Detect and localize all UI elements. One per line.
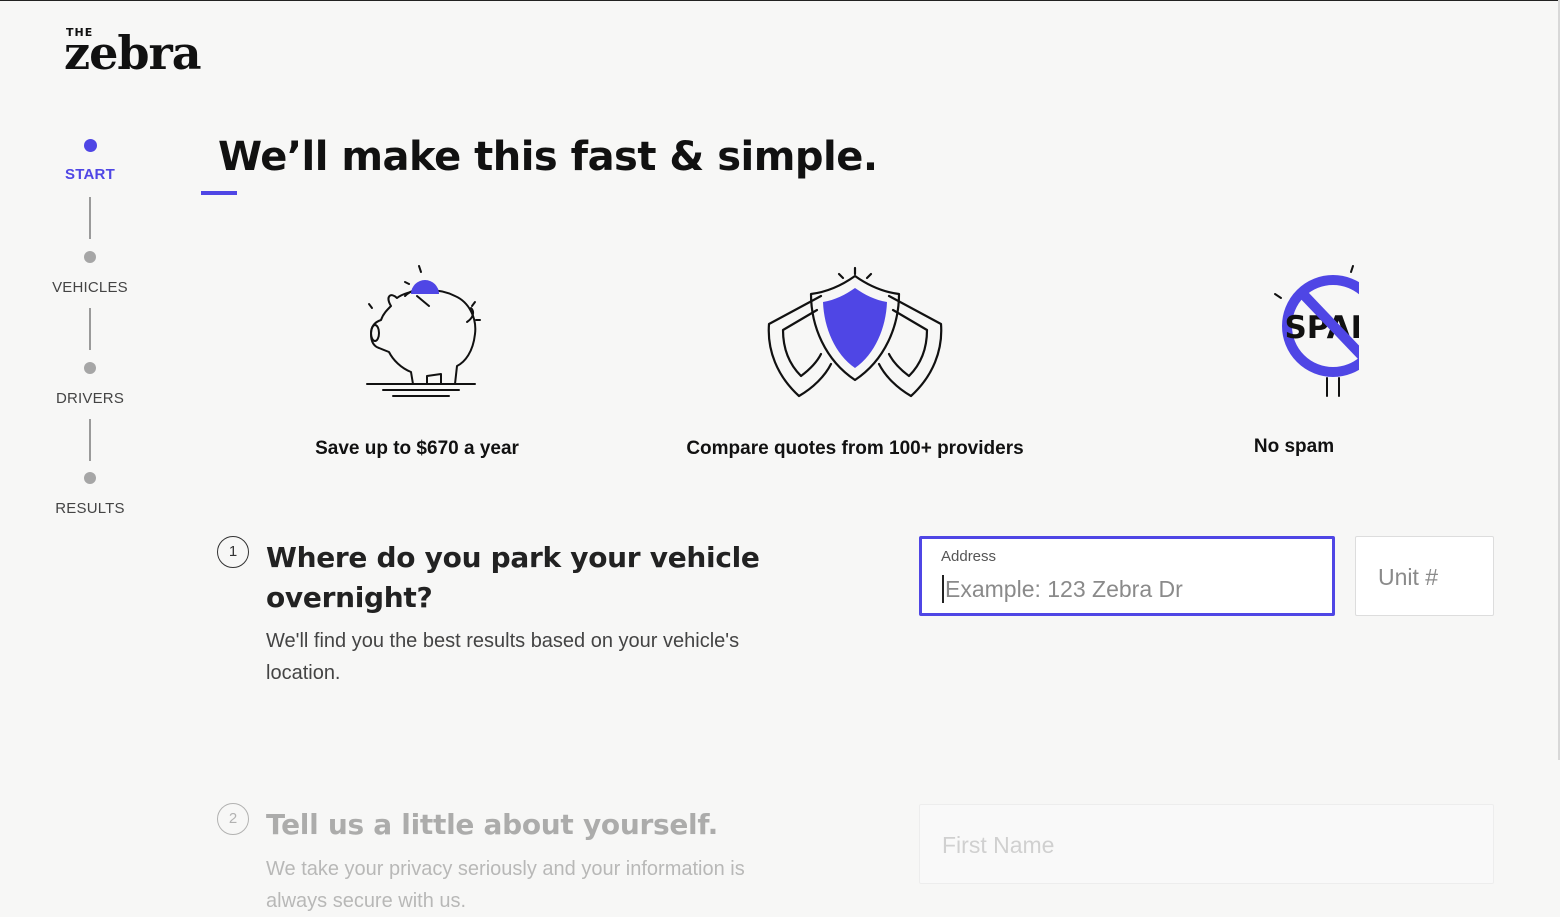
step-connector	[89, 308, 91, 350]
feature-savings: Save up to $670 a year	[267, 262, 567, 460]
first-name-input[interactable]	[940, 827, 1464, 863]
feature-caption: Save up to $670 a year	[315, 438, 519, 459]
question-subtitle: We take your privacy seriously and your …	[266, 853, 745, 917]
feature-compare: Compare quotes from 100+ providers	[655, 264, 1055, 460]
feature-no-spam: SPAM No spam	[1194, 262, 1394, 458]
question-subtitle: We'll find you the best results based on…	[266, 625, 739, 689]
title-underline	[201, 191, 237, 195]
zebra-logo[interactable]: THE zebra	[64, 26, 214, 76]
top-border	[0, 0, 1560, 1]
address-field[interactable]: Address	[919, 536, 1335, 616]
piggy-bank-icon	[366, 265, 481, 397]
question-subtitle-line: We'll find you the best results based on…	[266, 630, 740, 652]
step-label: DRIVERS	[55, 390, 125, 407]
step-dot	[84, 472, 96, 484]
first-name-field[interactable]	[919, 804, 1494, 884]
progress-step-vehicles: VEHICLES	[30, 251, 150, 296]
step-connector	[89, 197, 91, 239]
step-label: RESULTS	[55, 500, 125, 517]
page-title: We’ll make this fast & simple.	[218, 134, 878, 180]
question-subtitle-line: always secure with us.	[266, 890, 467, 912]
progress-step-results: RESULTS	[30, 472, 150, 517]
step-connector	[89, 419, 91, 461]
no-spam-icon: SPAM	[1274, 265, 1359, 397]
address-input[interactable]	[943, 571, 1317, 607]
unit-field[interactable]	[1355, 536, 1494, 616]
question-number: 2	[217, 803, 249, 835]
step-dot	[84, 362, 96, 374]
progress-step-drivers: DRIVERS	[30, 362, 150, 407]
shield-icon	[767, 266, 943, 398]
question-subtitle-line: We take your privacy seriously and your …	[266, 858, 745, 880]
question-title: Tell us a little about yourself.	[266, 808, 719, 841]
step-dot	[84, 251, 96, 263]
address-label: Address	[941, 548, 997, 565]
question-subtitle-line: location.	[266, 662, 341, 684]
feature-caption: No spam	[1253, 436, 1335, 457]
logo-wordmark: zebra	[64, 26, 202, 80]
feature-caption: Compare quotes from 100+ providers	[686, 438, 1024, 459]
question-title-line: Where do you park your vehicle	[266, 541, 760, 574]
question-number: 1	[217, 536, 249, 568]
unit-input[interactable]	[1376, 559, 1485, 595]
step-dot	[83, 139, 97, 152]
question-title-line: overnight?	[266, 581, 433, 614]
step-label: VEHICLES	[52, 279, 128, 296]
question-title: Where do you park your vehicle overnight…	[266, 538, 760, 618]
step-label: START	[65, 166, 115, 183]
progress-step-start: START	[30, 139, 150, 183]
